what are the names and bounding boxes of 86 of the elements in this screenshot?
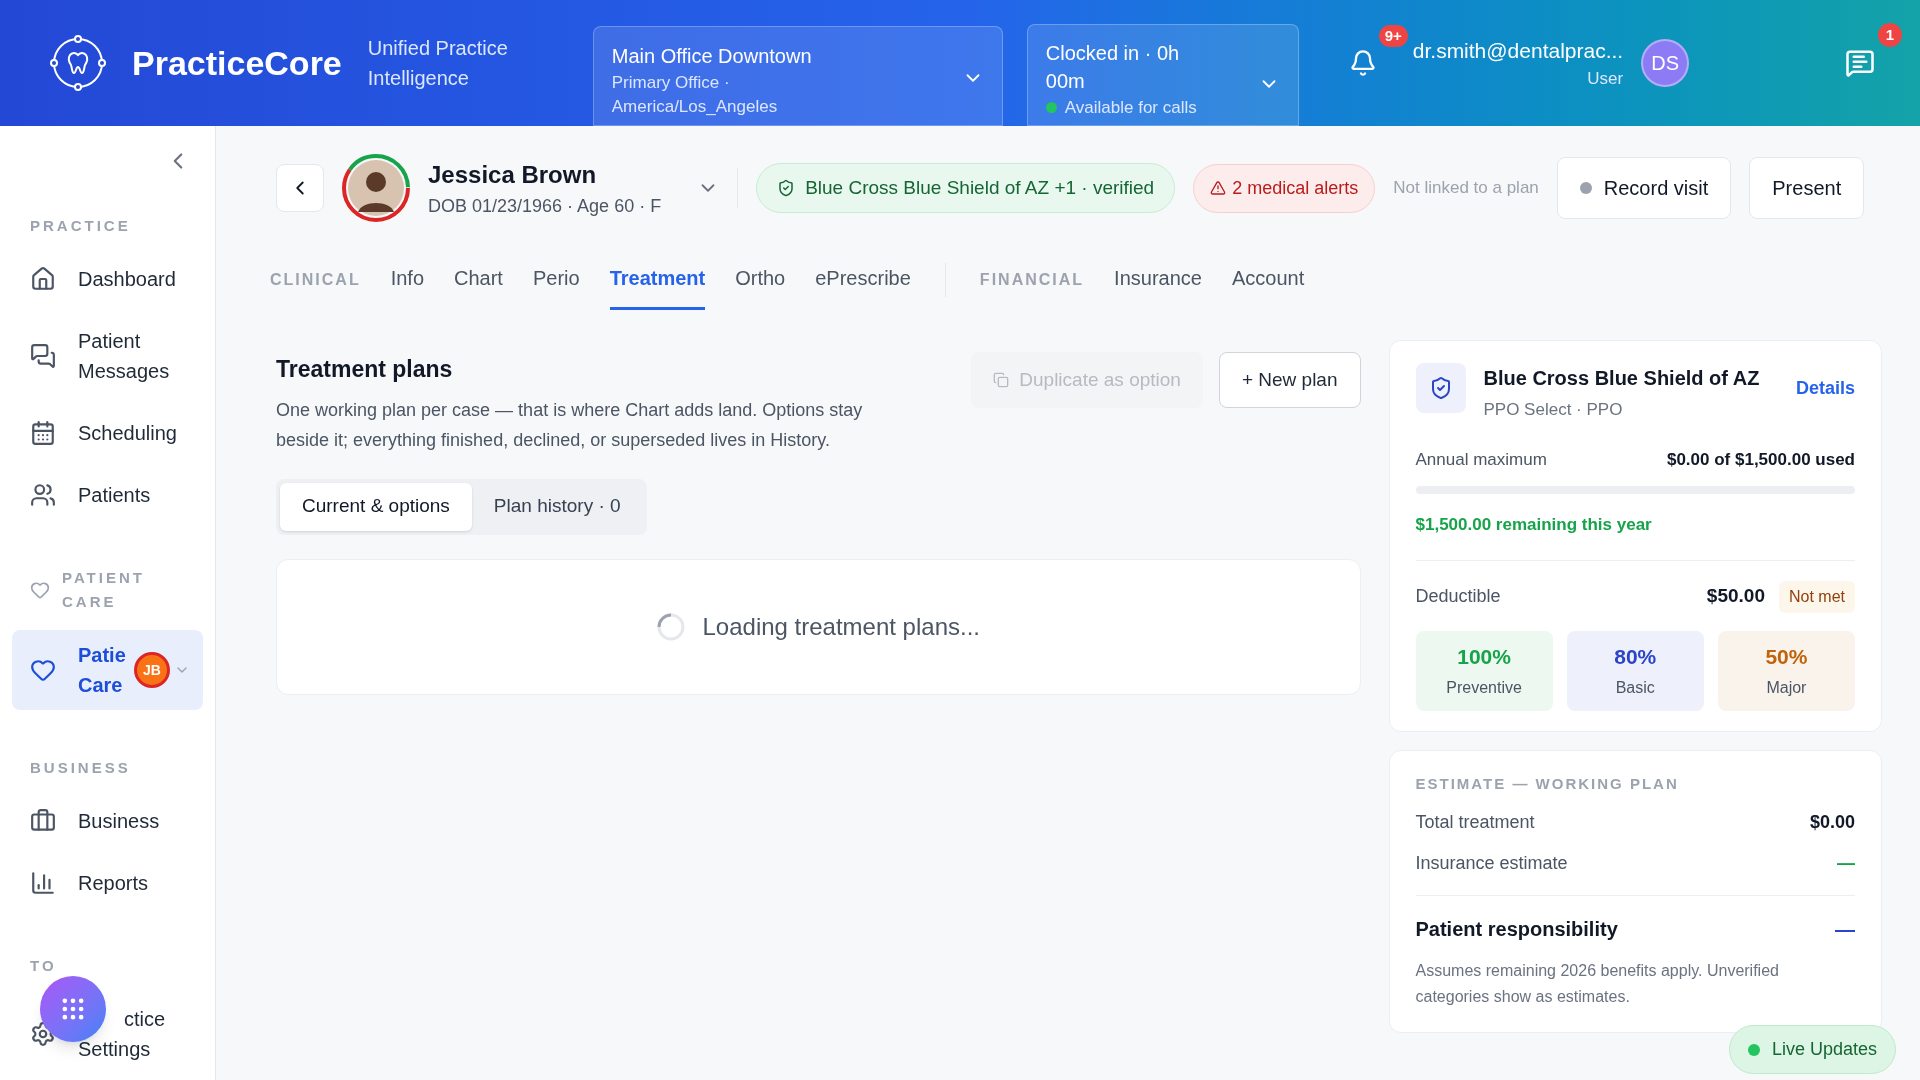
coverage-percent: 50% [1765, 643, 1808, 670]
briefcase-icon [30, 808, 56, 834]
user-email: dr.smith@dentalprac... [1412, 37, 1624, 64]
carrier-name: Blue Cross Blue Shield of AZ [1483, 366, 1761, 391]
coverage-percent: 80% [1614, 643, 1657, 670]
tab[interactable]: Info [390, 250, 424, 310]
tab[interactable]: Account [1231, 250, 1305, 310]
deductible-status: Not met [1779, 580, 1855, 613]
view-tab[interactable]: Current & options [280, 482, 472, 531]
nav-item[interactable]: Patient Messages [12, 316, 203, 396]
clock-status-dropdown[interactable]: Clocked in · 0h 00m Available for calls [1026, 24, 1299, 126]
present-button[interactable]: Present [1749, 157, 1865, 219]
estimate-heading: ESTIMATE — WORKING PLAN [1415, 773, 1680, 794]
plan-type: PPO Select · PPO [1483, 399, 1624, 421]
section-heading: TO [30, 956, 57, 976]
nav-item[interactable]: Patie Care JB [12, 630, 203, 710]
section-heading: PATIENT CARE [62, 568, 146, 612]
chat-icon [1845, 48, 1875, 78]
house-icon [30, 266, 56, 292]
apps-launcher-button[interactable] [40, 976, 106, 1042]
insurance-verified-badge[interactable]: Blue Cross Blue Shield of AZ +1 · verified [756, 162, 1176, 214]
deductible-value: $50.00 [1706, 584, 1765, 609]
notification-count: 9+ [1378, 25, 1408, 47]
bell-icon [1348, 49, 1377, 77]
patient-responsibility-label: Patient responsibility [1415, 917, 1618, 942]
nav-item[interactable]: Dashboard [12, 254, 203, 304]
spinner-icon [656, 611, 687, 642]
annual-max-value: $0.00 of $1,500.00 used [1666, 448, 1855, 471]
nav-item[interactable]: Scheduling [12, 408, 203, 458]
estimate-value: — [1837, 852, 1855, 875]
people-icon [30, 482, 56, 508]
heart-icon [30, 580, 50, 600]
section-title: Treatment plans [276, 355, 454, 384]
bar-chart-icon [30, 870, 56, 896]
availability-text: Available for calls [1064, 97, 1197, 119]
section-description: One working plan per case — that is where Chart adds land. Options stay beside it; everything finished, declined, or superseded lives in History. [276, 398, 864, 452]
remaining-amount: $1,500.00 remaining this year [1415, 514, 1653, 536]
coverage-label: Preventive [1446, 678, 1522, 699]
annual-max-label: Annual maximum [1415, 448, 1547, 471]
tab[interactable]: Perio [532, 250, 580, 310]
coverage-label: Basic [1615, 678, 1655, 699]
message-count: 1 [1878, 23, 1902, 47]
nav-item[interactable]: Patients [12, 470, 203, 520]
tab[interactable]: Chart [454, 250, 503, 310]
user-role: User [1587, 68, 1624, 90]
heart-icon [30, 657, 56, 683]
tab[interactable]: Insurance [1114, 250, 1202, 310]
tab-group-label: FINANCIAL [979, 270, 1085, 290]
brand-tagline: Unified Practice Intelligence [367, 36, 509, 91]
plan-link-status: Not linked to a plan [1393, 177, 1539, 200]
tooth-logo-icon [50, 35, 106, 91]
record-visit-button[interactable]: Record visit [1556, 157, 1732, 219]
shield-check-icon [777, 179, 796, 197]
tab[interactable]: ePrescribe [815, 250, 911, 310]
warning-icon [1210, 180, 1227, 196]
patient-initials-avatar: JB [134, 652, 170, 688]
estimate-label: Insurance estimate [1415, 852, 1568, 875]
tab-group-label: CLINICAL [270, 270, 361, 290]
copy-icon [993, 372, 1010, 388]
location-dropdown[interactable]: Main Office Downtown Primary Office · America/Los_Angeles [592, 26, 1003, 126]
tab[interactable]: Treatment [609, 250, 706, 310]
chat-bubbles-icon [30, 343, 56, 369]
tab[interactable]: Ortho [735, 250, 786, 310]
shield-icon [1415, 363, 1466, 413]
deductible-label: Deductible [1415, 585, 1502, 608]
patient-name: Jessica Brown [428, 159, 598, 190]
new-plan-button[interactable]: + New plan [1218, 352, 1361, 408]
nav-item[interactable]: Business [12, 796, 203, 846]
brand-name: PracticeCore [132, 42, 342, 84]
live-updates-badge[interactable]: Live Updates [1728, 1025, 1896, 1074]
section-heading: BUSINESS [30, 758, 131, 778]
medical-alerts-badge[interactable]: 2 medical alerts [1193, 163, 1376, 213]
estimate-note: Assumes remaining 2026 benefits apply. Unverified categories show as estimates. [1415, 961, 1780, 1007]
view-tab[interactable]: Plan history · 0 [471, 482, 643, 531]
patient-details: DOB 01/23/1966 · Age 60 · F [428, 194, 662, 218]
patient-responsibility-value: — [1835, 917, 1855, 942]
nav-item[interactable]: Reports [12, 858, 203, 908]
patient-avatar [342, 154, 410, 222]
calendar-icon [30, 420, 56, 446]
coverage-label: Major [1766, 678, 1807, 699]
details-link[interactable]: Details [1795, 375, 1855, 402]
coverage-percent: 100% [1457, 643, 1511, 670]
section-heading: PRACTICE [30, 216, 131, 236]
estimate-value: $0.00 [1809, 811, 1855, 834]
loading-text: Loading treatment plans... [702, 611, 980, 642]
estimate-label: Total treatment [1415, 811, 1535, 834]
